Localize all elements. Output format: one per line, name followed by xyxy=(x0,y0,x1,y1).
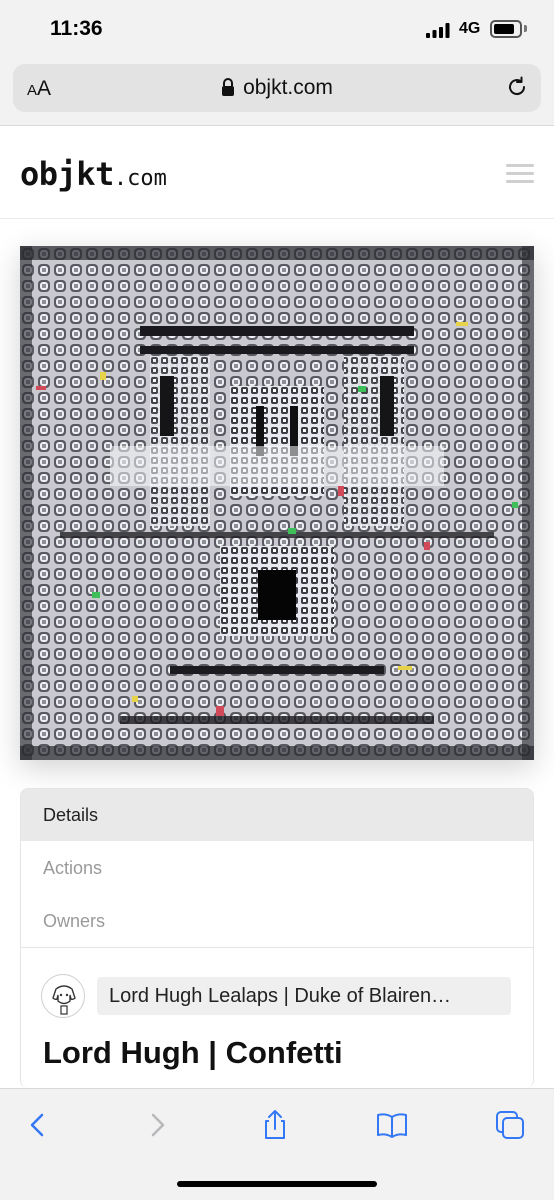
battery-tip xyxy=(524,25,527,32)
cellular-signal-icon xyxy=(426,23,450,38)
home-indicator xyxy=(177,1181,377,1187)
url-text: objkt.com xyxy=(243,76,333,99)
artwork-image[interactable] xyxy=(20,246,534,760)
logo-suffix: .com xyxy=(113,166,167,191)
tab-actions[interactable]: Actions xyxy=(21,842,533,894)
status-time: 11:36 xyxy=(50,17,103,40)
lock-icon xyxy=(222,78,235,96)
bookmarks-icon[interactable] xyxy=(376,1109,408,1141)
token-info-panel: Details Actions Owners Lord Hugh Lealaps… xyxy=(20,788,534,1088)
dog-icon xyxy=(52,985,76,1015)
address-bar[interactable]: AA objkt.com xyxy=(13,64,541,112)
share-icon[interactable] xyxy=(259,1109,291,1141)
status-bar: 11:36 4G xyxy=(0,0,554,60)
logo-main: objkt xyxy=(20,155,114,193)
site-header: objkt.com xyxy=(0,127,554,219)
token-title: Lord Hugh | Confetti xyxy=(43,1035,343,1070)
creator-avatar[interactable] xyxy=(41,974,85,1018)
menu-icon[interactable] xyxy=(506,164,534,184)
divider xyxy=(21,947,533,948)
forward-icon[interactable] xyxy=(141,1109,173,1141)
battery-icon xyxy=(490,20,522,38)
site-logo[interactable]: objkt.com xyxy=(20,155,167,193)
reload-icon[interactable] xyxy=(505,75,529,99)
network-type: 4G xyxy=(459,20,481,37)
tab-owners[interactable]: Owners xyxy=(21,895,533,947)
artwork-graphic xyxy=(20,246,534,760)
creator-name-chip[interactable]: Lord Hugh Lealaps | Duke of Blairen… xyxy=(97,977,511,1015)
tabs-icon[interactable] xyxy=(494,1109,526,1141)
url-display: objkt.com xyxy=(13,76,541,100)
browser-address-area: AA objkt.com xyxy=(0,60,554,126)
tab-details[interactable]: Details xyxy=(21,789,533,841)
back-icon[interactable] xyxy=(22,1109,54,1141)
